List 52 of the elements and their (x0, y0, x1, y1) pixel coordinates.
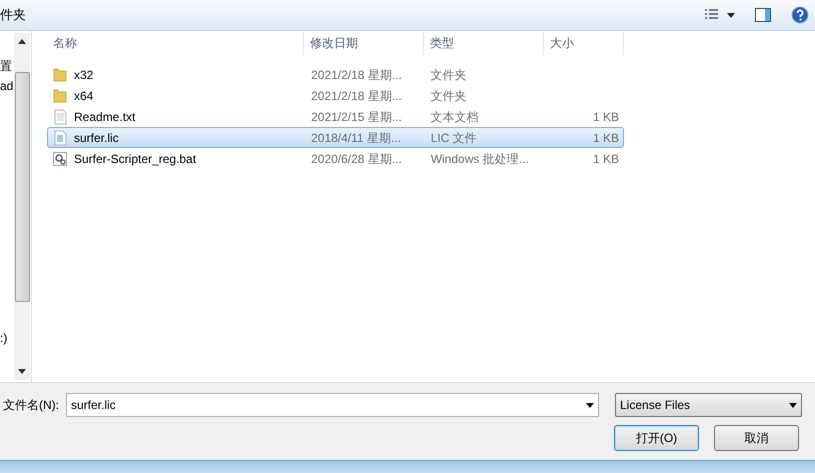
dialog-button[interactable]: 取消 (714, 425, 799, 451)
file-icon (52, 130, 68, 146)
filename-label: 文件名(N): (3, 397, 60, 414)
dialog-button[interactable]: 打开(O) (614, 425, 699, 451)
file-type: 文本文档 (430, 110, 479, 124)
toolbar-title: 件夹 (0, 6, 26, 24)
file-name: Readme.txt (74, 108, 136, 126)
dropdown-caret-icon (789, 402, 797, 408)
file-name: x32 (74, 66, 94, 84)
file-row[interactable]: x32 2021/2/18 星期... 文件夹 (47, 64, 624, 85)
file-date: 2021/2/18 星期... (311, 68, 402, 82)
file-date: 2018/4/11 星期... (311, 130, 401, 144)
file-name: x64 (74, 88, 94, 104)
file-row[interactable]: surfer.lic 2018/4/11 星期... LIC 文件 1 KB (47, 127, 624, 148)
folder-icon (52, 66, 68, 82)
filename-field[interactable]: surfer.lic (66, 393, 599, 417)
file-name: surfer.lic (74, 130, 119, 146)
view-button[interactable] (705, 9, 735, 21)
preview-pane-icon[interactable] (755, 8, 771, 22)
file-type: 文件夹 (430, 68, 467, 82)
file-type: LIC 文件 (430, 130, 477, 144)
nav-item[interactable]: ad (0, 77, 14, 329)
folder-icon (52, 88, 68, 104)
file-row[interactable]: Surfer-Scripter_reg.bat 2020/6/28 星期... Windows 批处理... 1 KB (47, 148, 624, 169)
file-name: Surfer-Scripter_reg.bat (74, 150, 196, 168)
list-view-icon (705, 9, 719, 21)
file-size: 1 KB (592, 150, 619, 168)
file-size: 1 KB (592, 130, 619, 146)
column-header[interactable]: 大小 (544, 31, 624, 55)
file-row[interactable]: x64 2021/2/18 星期... 文件夹 (47, 85, 624, 106)
scroll-up-icon[interactable] (18, 39, 26, 44)
file-type-dropdown[interactable]: License Files (615, 393, 802, 417)
file-date: 2021/2/15 星期... (311, 110, 402, 124)
dropdown-caret-icon (586, 402, 594, 408)
file-type: Windows 批处理... (430, 152, 529, 166)
column-header[interactable]: 类型 (424, 31, 544, 55)
gear-file-icon (52, 150, 68, 166)
caret-icon (727, 12, 735, 18)
column-header[interactable]: 修改日期 (304, 31, 424, 55)
nav-item[interactable]: 置 (0, 57, 14, 77)
scrollbar-thumb[interactable] (14, 72, 30, 302)
scrollbar[interactable] (14, 33, 30, 380)
nav-item[interactable]: :) (0, 329, 14, 349)
file-row[interactable]: Readme.txt 2021/2/15 星期... 文本文档 1 KB (47, 106, 624, 127)
file-type: 文件夹 (430, 88, 467, 102)
text-file-icon (52, 108, 68, 124)
file-size: 1 KB (592, 108, 619, 126)
file-date: 2021/2/18 星期... (311, 88, 402, 102)
scroll-down-icon[interactable] (18, 369, 26, 374)
file-date: 2020/6/28 星期... (311, 152, 402, 166)
help-icon[interactable] (791, 6, 809, 24)
column-header[interactable]: 名称 (47, 31, 304, 55)
